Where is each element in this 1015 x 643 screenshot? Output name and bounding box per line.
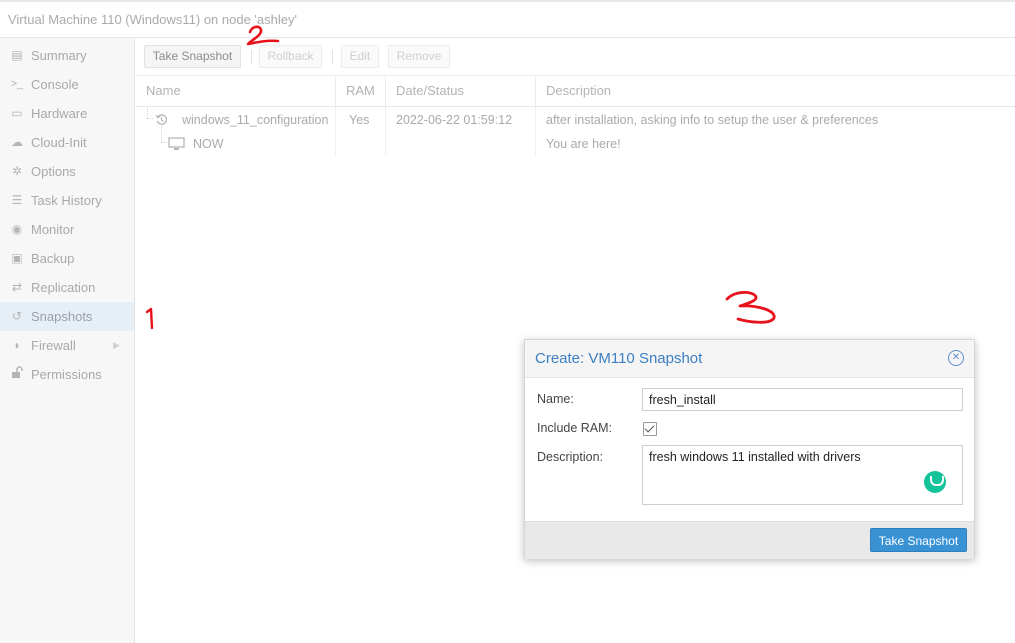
sidebar-item-options[interactable]: ✲ Options bbox=[0, 157, 134, 186]
include-ram-label: Include RAM: bbox=[537, 421, 613, 435]
sidebar-item-label: Hardware bbox=[31, 106, 88, 121]
tree-connector bbox=[161, 142, 167, 143]
name-label: Name: bbox=[537, 392, 574, 406]
sidebar-item-replication[interactable]: ⇄ Replication bbox=[0, 273, 134, 302]
snapshot-description: You are here! bbox=[546, 137, 621, 151]
sidebar-item-label: Task History bbox=[31, 193, 102, 208]
annotation-number-three bbox=[722, 289, 782, 332]
sidebar-item-cloud-init[interactable]: ☁ Cloud-Init bbox=[0, 128, 134, 157]
sidebar-item-task-history[interactable]: ☰ Task History bbox=[0, 186, 134, 215]
column-header-date[interactable]: Date/Status bbox=[386, 76, 536, 106]
sidebar-item-label: Options bbox=[31, 164, 76, 179]
column-divider bbox=[385, 105, 386, 155]
sidebar-item-backup[interactable]: ▣ Backup bbox=[0, 244, 134, 273]
name-input[interactable] bbox=[642, 388, 963, 411]
snapshot-name: NOW bbox=[193, 137, 224, 151]
expand-arrow-icon[interactable]: ▶ bbox=[113, 331, 120, 360]
snapshot-description: after installation, asking info to setup… bbox=[546, 113, 879, 127]
column-header-name[interactable]: Name bbox=[136, 76, 336, 106]
sidebar-item-label: Permissions bbox=[31, 367, 102, 382]
sidebar-item-summary[interactable]: ▤ Summary bbox=[0, 41, 134, 70]
grid-header: Name RAM Date/Status Description bbox=[136, 75, 1015, 107]
column-divider bbox=[335, 105, 336, 155]
sidebar-item-permissions[interactable]: Permissions bbox=[0, 360, 134, 389]
tree-connector bbox=[147, 108, 148, 118]
take-snapshot-button[interactable]: Take Snapshot bbox=[144, 45, 241, 68]
remove-button[interactable]: Remove bbox=[388, 45, 450, 68]
snapshot-grid: Name RAM Date/Status Description windows… bbox=[136, 75, 1015, 156]
column-header-description[interactable]: Description bbox=[536, 76, 1015, 106]
tree-connector bbox=[147, 118, 153, 119]
sidebar-item-label: Summary bbox=[31, 48, 87, 63]
tree-connector bbox=[161, 126, 162, 142]
eye-icon: ◉ bbox=[11, 222, 23, 236]
take-snapshot-submit-button[interactable]: Take Snapshot bbox=[870, 528, 967, 552]
sidebar-item-console[interactable]: >_ Console bbox=[0, 70, 134, 99]
sidebar-item-label: Firewall bbox=[31, 338, 76, 353]
snapshot-ram: Yes bbox=[349, 113, 370, 127]
shield-icon: ◗ bbox=[13, 338, 21, 352]
description-label: Description: bbox=[537, 450, 603, 464]
monitor-icon bbox=[168, 132, 188, 156]
floppy-icon: ▣ bbox=[11, 251, 23, 265]
toolbar-separator bbox=[332, 50, 333, 64]
history-icon: ↺ bbox=[11, 309, 23, 323]
annotation-number-two bbox=[244, 24, 284, 53]
sidebar-item-firewall[interactable]: ◗ Firewall ▶ bbox=[0, 331, 134, 360]
description-textarea[interactable]: fresh windows 11 installed with drivers bbox=[642, 445, 963, 505]
snapshot-name: windows_11_configuration bbox=[182, 113, 329, 127]
sidebar-item-label: Backup bbox=[31, 251, 75, 266]
sidebar-item-hardware[interactable]: ▭ Hardware bbox=[0, 99, 134, 128]
dialog-footer: Take Snapshot bbox=[525, 521, 974, 559]
cloud-icon: ☁ bbox=[11, 135, 23, 149]
sidebar: ▤ Summary >_ Console ▭ Hardware ☁ Cloud-… bbox=[0, 38, 135, 643]
sidebar-item-label: Console bbox=[31, 77, 79, 92]
dialog-header: Create: VM110 Snapshot ✕ bbox=[525, 340, 974, 378]
create-snapshot-dialog: Create: VM110 Snapshot ✕ Name: Include R… bbox=[524, 339, 975, 559]
unlock-icon bbox=[9, 360, 25, 389]
annotation-number-one bbox=[141, 306, 161, 335]
close-icon[interactable]: ✕ bbox=[948, 350, 964, 366]
column-divider bbox=[535, 105, 536, 155]
gear-icon: ✲ bbox=[11, 164, 23, 178]
include-ram-checkbox[interactable] bbox=[643, 422, 657, 436]
monitor-icon: ▭ bbox=[11, 106, 23, 120]
list-icon: ☰ bbox=[11, 193, 23, 207]
sidebar-item-label: Cloud-Init bbox=[31, 135, 87, 150]
sidebar-item-monitor[interactable]: ◉ Monitor bbox=[0, 215, 134, 244]
column-header-ram[interactable]: RAM bbox=[336, 76, 386, 106]
retweet-icon: ⇄ bbox=[11, 280, 23, 294]
edit-button[interactable]: Edit bbox=[341, 45, 379, 68]
table-row[interactable]: windows_11_configuration Yes 2022-06-22 … bbox=[136, 108, 1015, 132]
table-row[interactable]: NOW You are here! bbox=[136, 132, 1015, 156]
grammarly-icon[interactable] bbox=[924, 471, 946, 493]
book-icon: ▤ bbox=[11, 48, 23, 62]
sidebar-item-label: Snapshots bbox=[31, 309, 93, 324]
terminal-icon: >_ bbox=[10, 78, 24, 90]
history-icon bbox=[155, 108, 171, 132]
dialog-title: Create: VM110 Snapshot bbox=[535, 350, 703, 367]
page-title: Virtual Machine 110 (Windows11) on node … bbox=[0, 0, 1015, 38]
snapshot-date: 2022-06-22 01:59:12 bbox=[396, 113, 513, 127]
sidebar-item-snapshots[interactable]: ↺ Snapshots bbox=[0, 302, 134, 331]
sidebar-item-label: Monitor bbox=[31, 222, 75, 237]
sidebar-item-label: Replication bbox=[31, 280, 96, 295]
